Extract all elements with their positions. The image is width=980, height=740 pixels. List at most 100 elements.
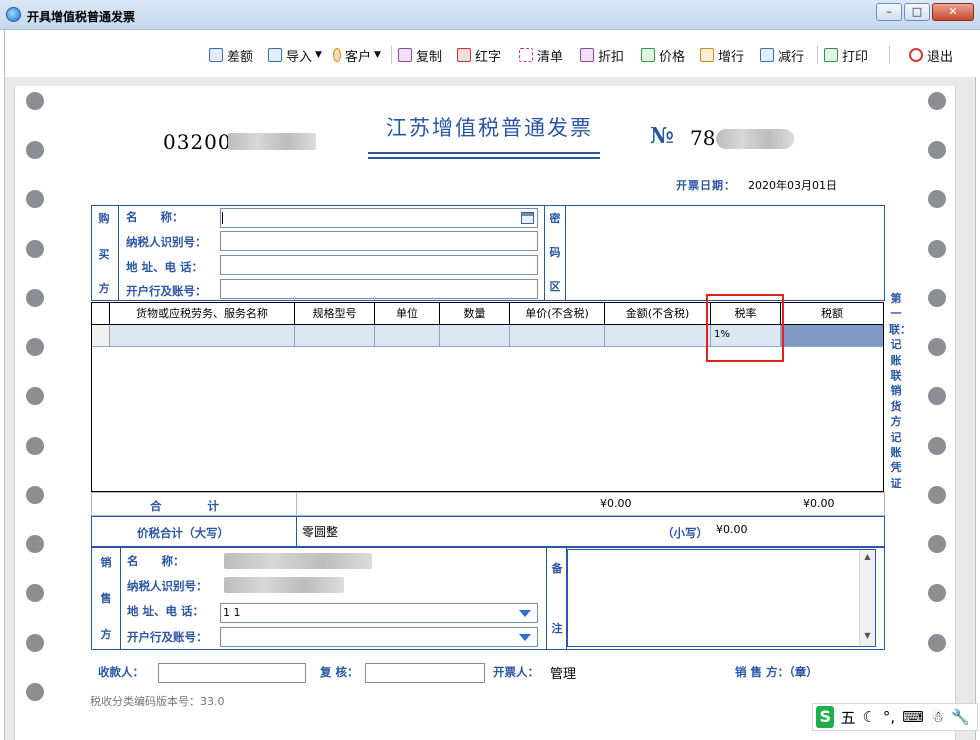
toolbar-discount-button[interactable]: 折扣 (580, 46, 624, 65)
hole-icon (928, 535, 946, 553)
app-logo-icon (6, 7, 21, 22)
remark-textarea[interactable]: ▲ ▼ (567, 549, 876, 647)
ime-mode-toggle[interactable]: 五 (840, 707, 855, 728)
hole-icon (928, 289, 946, 307)
cipher-char: 区 (549, 280, 561, 293)
hole-icon (26, 141, 44, 159)
seller-address-select[interactable]: 1 1 (220, 603, 538, 623)
reviewer-input[interactable] (365, 663, 485, 683)
skin-icon[interactable]: ☃ (931, 708, 944, 726)
title-underline (368, 152, 600, 154)
issue-date-label: 开票日期： (676, 179, 736, 192)
toolbar-separator (817, 46, 818, 64)
buyer-name-label: 名 称： (126, 210, 184, 224)
seller-char: 销 (100, 556, 112, 569)
toolbar-list-button[interactable]: 清单 (519, 46, 563, 65)
hole-icon (928, 92, 946, 110)
chevron-down-icon[interactable] (519, 634, 531, 641)
list-icon (209, 48, 223, 62)
seller-stamp-label: 销 售 方：（章） (735, 665, 818, 679)
toolbar-exit-button[interactable]: 退出 (909, 46, 953, 65)
buyer-address-input[interactable] (220, 255, 538, 275)
hole-icon (928, 387, 946, 405)
cell-unit-price[interactable] (510, 325, 605, 347)
window-title-bar: 开具增值税普通发票 – □ ✕ (0, 0, 980, 30)
punctuation-icon[interactable]: °, (883, 708, 895, 726)
wrench-icon[interactable]: 🔧 (951, 708, 970, 726)
grand-total-words-label: 价税合计（大写） (137, 526, 229, 540)
cell-unit[interactable] (375, 325, 440, 347)
ime-toolbar: S 五 ☾ °, ⌨ ☃ 🔧 (812, 703, 978, 731)
redacted-seller-tax-id (224, 577, 344, 593)
red-invoice-icon (457, 48, 471, 62)
customer-lookup-icon[interactable] (521, 212, 534, 224)
invoice-title: 江苏增值税普通发票 (386, 116, 593, 140)
maximize-button[interactable]: □ (904, 3, 930, 21)
column-header-unit: 单位 (375, 303, 440, 325)
scroll-down-icon[interactable]: ▼ (860, 631, 875, 640)
cell-goods-name[interactable] (110, 325, 295, 347)
buyer-char: 买 (98, 248, 110, 261)
issuer-label: 开票人： (493, 665, 539, 679)
grand-total-small: ¥0.00 (716, 523, 748, 536)
toolbar-print-button[interactable]: 打印 (824, 46, 868, 65)
toolbar-delete-row-button[interactable]: 减行 (760, 46, 804, 65)
toolbar-add-row-button[interactable]: 增行 (700, 46, 744, 65)
buyer-bank-label: 开户行及账号： (126, 284, 207, 298)
ime-logo-icon[interactable]: S (816, 706, 835, 728)
hole-icon (928, 141, 946, 159)
window-controls: – □ ✕ (874, 3, 974, 21)
cell-spec[interactable] (295, 325, 375, 347)
delete-row-icon (760, 48, 774, 62)
buyer-tax-id-input[interactable] (220, 231, 538, 251)
total-tax: ¥0.00 (803, 497, 835, 510)
minimize-button[interactable]: – (876, 3, 902, 21)
buyer-bank-input[interactable] (220, 279, 538, 299)
hole-icon (928, 338, 946, 356)
copy-icon (398, 48, 412, 62)
hole-icon (26, 240, 44, 258)
hole-icon (26, 338, 44, 356)
toolbar-red-invoice-button[interactable]: 红字 (457, 46, 501, 65)
customer-icon (333, 48, 341, 62)
hole-icon (26, 190, 44, 208)
hole-icon (928, 190, 946, 208)
add-row-icon (700, 48, 714, 62)
discount-icon (580, 48, 594, 62)
grand-total-divider (296, 516, 297, 547)
row-indicator[interactable] (92, 325, 110, 347)
bullet-list-icon (519, 48, 533, 62)
seller-name-label: 名 称： (127, 554, 185, 568)
tax-rate-highlight-box (706, 294, 784, 362)
remark-scrollbar[interactable]: ▲ ▼ (859, 550, 875, 646)
reviewer-label: 复 核： (320, 665, 359, 679)
toolbar-price-button[interactable]: 价格 (641, 46, 685, 65)
buyer-name-input[interactable] (220, 208, 538, 228)
close-button[interactable]: ✕ (932, 3, 974, 21)
payee-input[interactable] (158, 663, 306, 683)
keyboard-icon[interactable]: ⌨ (902, 708, 924, 726)
cell-tax-amount[interactable] (781, 325, 883, 347)
import-icon (268, 48, 282, 62)
remark-char: 备 (551, 562, 563, 575)
total-amount: ¥0.00 (600, 497, 632, 510)
chevron-down-icon[interactable] (519, 610, 531, 617)
seller-bank-label: 开户行及账号： (127, 630, 208, 644)
redacted-code (228, 133, 316, 150)
issuer-name: 管理 (550, 667, 577, 682)
moon-icon[interactable]: ☾ (862, 708, 875, 726)
toolbar-quota-button[interactable]: 差额 (209, 46, 253, 65)
cipher-char: 密 (549, 212, 561, 225)
redacted-number (716, 129, 794, 149)
cell-amount[interactable] (605, 325, 711, 347)
seller-bank-select[interactable] (220, 627, 538, 647)
row-indicator-header (92, 303, 110, 325)
column-header-goods-name: 货物或应税劳务、服务名称 (110, 303, 295, 325)
toolbar-import-button[interactable]: 导入 ▼ (268, 46, 322, 65)
toolbar: 差额 导入 ▼ 客户 ▼ 复制 红字 清单 折扣 价格 增行 减行 打印 退出 (4, 30, 972, 76)
toolbar-copy-button[interactable]: 复制 (398, 46, 442, 65)
cell-quantity[interactable] (440, 325, 510, 347)
hole-icon (26, 387, 44, 405)
scroll-up-icon[interactable]: ▲ (860, 552, 875, 561)
toolbar-customer-button[interactable]: 客户 ▼ (333, 46, 381, 65)
